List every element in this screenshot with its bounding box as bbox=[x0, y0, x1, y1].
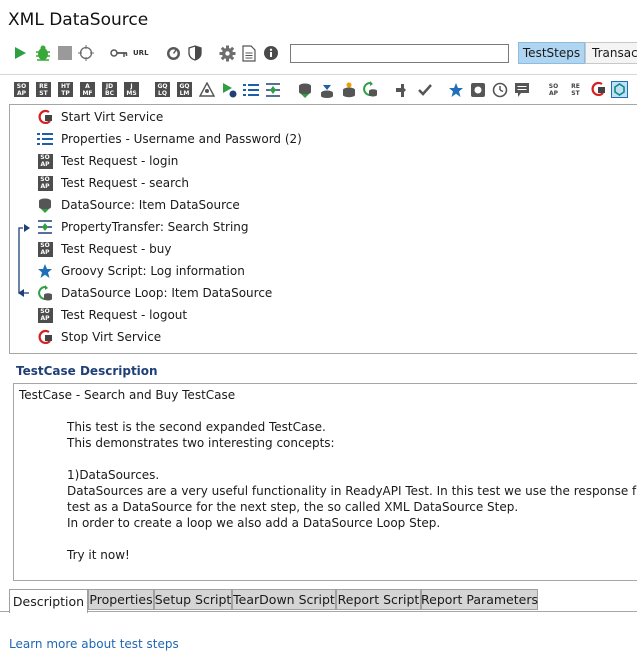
step-label: Groovy Script: Log information bbox=[61, 264, 245, 278]
step-label: DataSource: Item DataSource bbox=[61, 198, 240, 212]
step-label: Test Request - search bbox=[61, 176, 190, 190]
description-line: In order to create a loop we also add a … bbox=[67, 516, 441, 530]
add-rest-mock-icon[interactable]: RE ST bbox=[567, 81, 584, 98]
add-virt-runner-icon[interactable] bbox=[589, 81, 606, 98]
add-delay-icon[interactable] bbox=[491, 81, 508, 98]
add-rest-request-icon[interactable]: RE ST bbox=[35, 81, 52, 98]
properties-icon bbox=[37, 131, 53, 147]
soap-request-icon: SO AP bbox=[37, 241, 53, 257]
add-assertion-icon[interactable] bbox=[198, 81, 215, 98]
soap-request-icon: SO AP bbox=[37, 153, 53, 169]
document-icon[interactable] bbox=[240, 44, 258, 62]
add-datagen-icon[interactable] bbox=[340, 81, 357, 98]
description-textarea[interactable]: TestCase - Search and Buy TestCase This … bbox=[13, 383, 637, 581]
key-icon[interactable] bbox=[110, 44, 128, 62]
shield-icon[interactable] bbox=[186, 44, 204, 62]
add-amf-request-icon[interactable]: A MF bbox=[79, 81, 96, 98]
add-properties-icon[interactable] bbox=[242, 81, 259, 98]
learn-more-link[interactable]: Learn more about test steps bbox=[9, 637, 179, 651]
add-secure-icon[interactable] bbox=[611, 81, 628, 98]
list-item[interactable]: DataSource Loop: Item DataSource bbox=[37, 282, 272, 304]
step-label: DataSource Loop: Item DataSource bbox=[61, 286, 273, 300]
list-item[interactable]: DataSource: Item DataSource bbox=[37, 194, 240, 216]
step-label: Properties - Username and Password (2) bbox=[61, 132, 302, 146]
info-icon[interactable] bbox=[262, 44, 280, 62]
run-icon[interactable] bbox=[11, 44, 29, 62]
tab-report-parameters[interactable]: Report Parameters bbox=[421, 589, 538, 610]
list-item[interactable]: Groovy Script: Log information bbox=[37, 260, 245, 282]
description-line: This demonstrates two interesting concep… bbox=[67, 436, 335, 450]
soap-request-icon: SO AP bbox=[37, 175, 53, 191]
groovy-star-icon bbox=[37, 263, 53, 279]
list-item[interactable]: SO AP Test Request - buy bbox=[37, 238, 171, 260]
search-input[interactable] bbox=[290, 44, 509, 63]
virt-service-icon bbox=[37, 329, 53, 345]
tab-report-script[interactable]: Report Script bbox=[336, 589, 421, 610]
test-steps-list: Start Virt Service Properties - Username… bbox=[9, 104, 637, 354]
list-item[interactable]: Stop Virt Service bbox=[37, 326, 161, 348]
add-soap-request-icon[interactable]: SO AP bbox=[13, 81, 30, 98]
list-item[interactable]: PropertyTransfer: Search String bbox=[37, 216, 249, 238]
add-groovy-script-icon[interactable] bbox=[447, 81, 464, 98]
add-conditional-goto-icon[interactable] bbox=[394, 81, 411, 98]
add-run-test-icon[interactable] bbox=[220, 81, 237, 98]
add-manual-step-icon[interactable] bbox=[416, 81, 433, 98]
step-label: Test Request - logout bbox=[61, 308, 188, 322]
add-mock-response-icon[interactable] bbox=[469, 81, 486, 98]
step-label: Test Request - login bbox=[61, 154, 179, 168]
description-line: test as a DataSource for the next step, … bbox=[67, 500, 519, 514]
list-item[interactable]: SO AP Test Request - login bbox=[37, 150, 178, 172]
step-label: Test Request - buy bbox=[61, 242, 172, 256]
add-http-request-icon[interactable]: HT TP bbox=[57, 81, 74, 98]
property-transfer-icon bbox=[37, 219, 53, 235]
add-graphql-mutation-icon[interactable]: GQ LM bbox=[176, 81, 193, 98]
gauge-icon[interactable] bbox=[164, 44, 182, 62]
datasource-icon bbox=[37, 197, 53, 213]
add-soap-mock-icon[interactable]: SO AP bbox=[545, 81, 562, 98]
gear-icon[interactable] bbox=[218, 44, 236, 62]
tab-teardown-script[interactable]: TearDown Script bbox=[232, 589, 336, 610]
tab-setup-script[interactable]: Setup Script bbox=[154, 589, 232, 610]
tabs-baseline bbox=[0, 611, 637, 612]
tab-teststeps[interactable]: TestSteps bbox=[518, 42, 585, 64]
add-jdbc-request-icon[interactable]: JD BC bbox=[101, 81, 118, 98]
window-title: XML DataSource bbox=[8, 10, 149, 30]
list-item[interactable]: SO AP Test Request - search bbox=[37, 172, 189, 194]
target-icon[interactable] bbox=[77, 44, 95, 62]
stop-icon[interactable] bbox=[56, 44, 74, 62]
tab-transactions[interactable]: Transacti bbox=[585, 42, 637, 64]
virt-service-icon bbox=[37, 109, 53, 125]
bug-icon[interactable] bbox=[34, 44, 52, 62]
description-header: TestCase Description bbox=[16, 364, 158, 378]
tab-properties[interactable]: Properties bbox=[88, 589, 154, 610]
soap-request-icon: SO AP bbox=[37, 307, 53, 323]
list-item[interactable]: SO AP Test Request - logout bbox=[37, 304, 187, 326]
add-datasource-loop-icon[interactable] bbox=[362, 81, 379, 98]
list-item[interactable]: Properties - Username and Password (2) bbox=[37, 128, 302, 150]
description-line: TestCase - Search and Buy TestCase bbox=[19, 388, 236, 402]
add-property-transfer-icon[interactable] bbox=[264, 81, 281, 98]
step-label: PropertyTransfer: Search String bbox=[61, 220, 249, 234]
step-label: Stop Virt Service bbox=[61, 330, 162, 344]
tab-description[interactable]: Description bbox=[9, 589, 88, 613]
toolbar-divider bbox=[0, 74, 637, 75]
list-item[interactable]: Start Virt Service bbox=[37, 106, 163, 128]
datasource-loop-icon bbox=[37, 284, 53, 301]
add-comment-icon[interactable] bbox=[513, 81, 530, 98]
description-line: DataSources are a very useful functional… bbox=[67, 484, 637, 498]
description-line: 1)DataSources. bbox=[67, 468, 160, 482]
step-label: Start Virt Service bbox=[61, 110, 164, 124]
url-label[interactable]: URL bbox=[133, 49, 149, 57]
add-jms-request-icon[interactable]: J MS bbox=[123, 81, 140, 98]
add-datasink-icon[interactable] bbox=[318, 81, 335, 98]
add-graphql-query-icon[interactable]: GQ LQ bbox=[154, 81, 171, 98]
add-datasource-icon[interactable] bbox=[296, 81, 313, 98]
description-line: Try it now! bbox=[67, 548, 130, 562]
add-step-toolbar: SO AP RE ST HT TP A MF JD BC J MS GQ LQ GQ LM bbox=[0, 78, 637, 102]
description-line: This test is the second expanded TestCas… bbox=[67, 420, 326, 434]
